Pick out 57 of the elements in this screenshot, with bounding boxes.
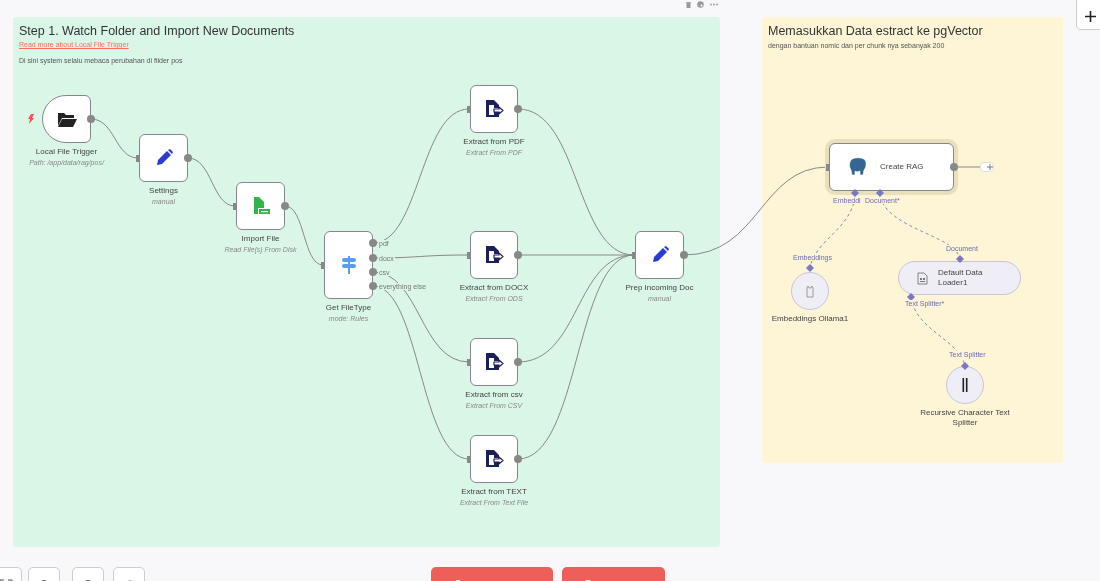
more-icon <box>710 3 718 6</box>
input-port <box>467 358 471 366</box>
node-title: Default Data Loader1 <box>938 267 984 289</box>
workflow-node[interactable]: Default Data Loader1 <box>898 261 1021 295</box>
input-port <box>233 202 237 210</box>
add-button[interactable] <box>980 162 994 172</box>
plus-icon <box>1085 10 1096 22</box>
workflow-node[interactable] <box>635 231 684 279</box>
node-title: Create RAG <box>880 161 924 173</box>
input-port <box>826 163 830 171</box>
node-title: Embeddings Ollama1 <box>770 314 850 324</box>
input-port <box>321 261 325 269</box>
diamond-port <box>961 362 969 370</box>
node-title: Prep Incoming Doc <box>624 283 695 293</box>
input-port <box>136 154 140 162</box>
input-port <box>632 251 636 259</box>
add-node-button[interactable] <box>1076 0 1100 30</box>
diamond-port <box>956 255 964 263</box>
output-port <box>281 202 289 210</box>
document-arrow-icon <box>484 245 504 265</box>
workflow-node[interactable] <box>470 85 518 133</box>
output-port <box>87 115 95 123</box>
node-title: Extract from csv <box>464 390 524 400</box>
workflow-node[interactable] <box>470 338 518 386</box>
output-port <box>514 358 522 366</box>
trash-icon <box>686 2 691 8</box>
workflow-node[interactable] <box>139 134 188 182</box>
node-title: Settings <box>148 186 179 196</box>
input-port <box>467 105 471 113</box>
workflow-node[interactable] <box>236 182 285 230</box>
node-title: Recursive Character Text Splitter <box>920 408 1010 428</box>
workflow-node[interactable] <box>470 231 518 279</box>
lightning-icon <box>28 114 34 124</box>
palette-icon <box>697 1 704 8</box>
node-title: Get FileType <box>324 303 373 313</box>
output-port <box>514 105 522 113</box>
plus-icon <box>987 164 993 170</box>
node-title: Extract from PDF <box>462 137 526 147</box>
note-title: Memasukkan Data estract ke pgVector <box>768 23 983 40</box>
output-port <box>184 154 192 162</box>
document-arrow-icon <box>484 449 504 469</box>
output-port <box>514 455 522 463</box>
input-port <box>467 455 471 463</box>
workflow-node[interactable] <box>324 231 373 299</box>
input-port <box>467 251 471 259</box>
document-arrow-icon <box>484 352 504 372</box>
note-title: Step 1. Watch Folder and Import New Documents <box>19 23 295 40</box>
split-icon <box>962 378 968 392</box>
workflow-node[interactable] <box>470 435 518 483</box>
document-arrow-icon <box>484 99 504 119</box>
output-port <box>514 251 522 259</box>
output-port <box>950 163 958 171</box>
node-title: Local File Trigger <box>34 147 99 157</box>
output-port <box>680 251 688 259</box>
document-icon <box>917 271 928 285</box>
node-title: Extract from TEXT <box>460 487 528 497</box>
node-title: Import File <box>240 234 281 244</box>
